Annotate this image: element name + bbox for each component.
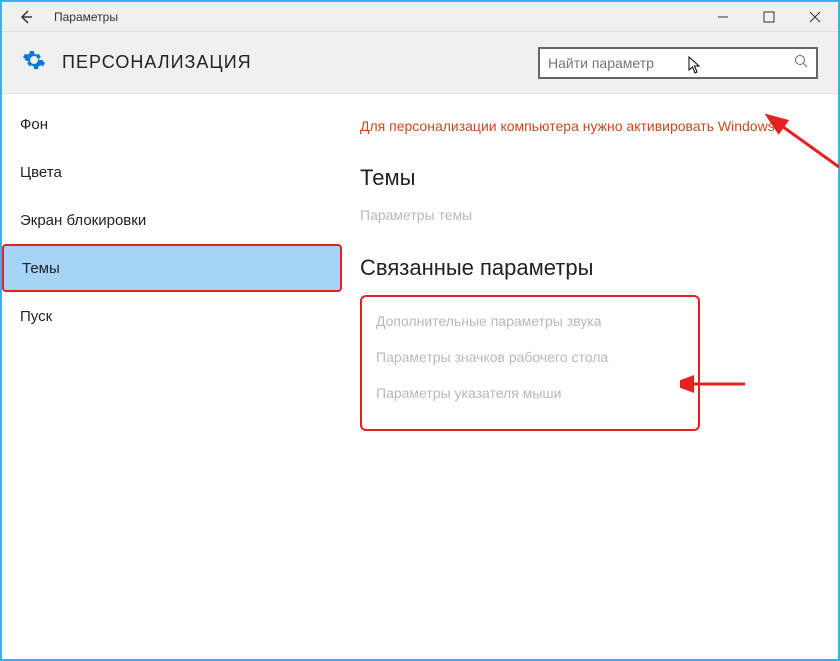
close-button[interactable] [792,2,838,32]
arrow-left-icon [18,9,34,25]
minimize-button[interactable] [700,2,746,32]
window-title: Параметры [54,10,700,24]
related-settings-box: Дополнительные параметры звука Параметры… [360,295,700,431]
search-box[interactable] [538,47,818,79]
search-icon [794,54,808,71]
header: ПЕРСОНАЛИЗАЦИЯ [2,32,838,94]
activation-warning: Для персонализации компьютера нужно акти… [360,116,780,137]
titlebar: Параметры [2,2,838,32]
sidebar-item-lockscreen[interactable]: Экран блокировки [2,196,342,244]
sidebar-item-background[interactable]: Фон [2,100,342,148]
maximize-button[interactable] [746,2,792,32]
sidebar-item-colors[interactable]: Цвета [2,148,342,196]
section-related-title: Связанные параметры [360,255,810,281]
related-desktop-icons-link: Параметры значков рабочего стола [376,349,684,365]
window-controls [700,2,838,32]
close-icon [809,11,821,23]
section-themes-title: Темы [360,165,810,191]
related-mouse-pointer-link: Параметры указателя мыши [376,385,684,401]
sidebar-item-themes[interactable]: Темы [2,244,342,292]
theme-settings-link: Параметры темы [360,207,810,223]
minimize-icon [717,11,729,23]
gear-icon [22,48,46,77]
back-button[interactable] [14,5,38,29]
maximize-icon [763,11,775,23]
content-area: Для персонализации компьютера нужно акти… [342,94,838,659]
search-input[interactable] [548,55,794,71]
sidebar: Фон Цвета Экран блокировки Темы Пуск [2,94,342,659]
related-sound-link: Дополнительные параметры звука [376,313,684,329]
page-title: ПЕРСОНАЛИЗАЦИЯ [62,52,538,73]
sidebar-item-start[interactable]: Пуск [2,292,342,340]
